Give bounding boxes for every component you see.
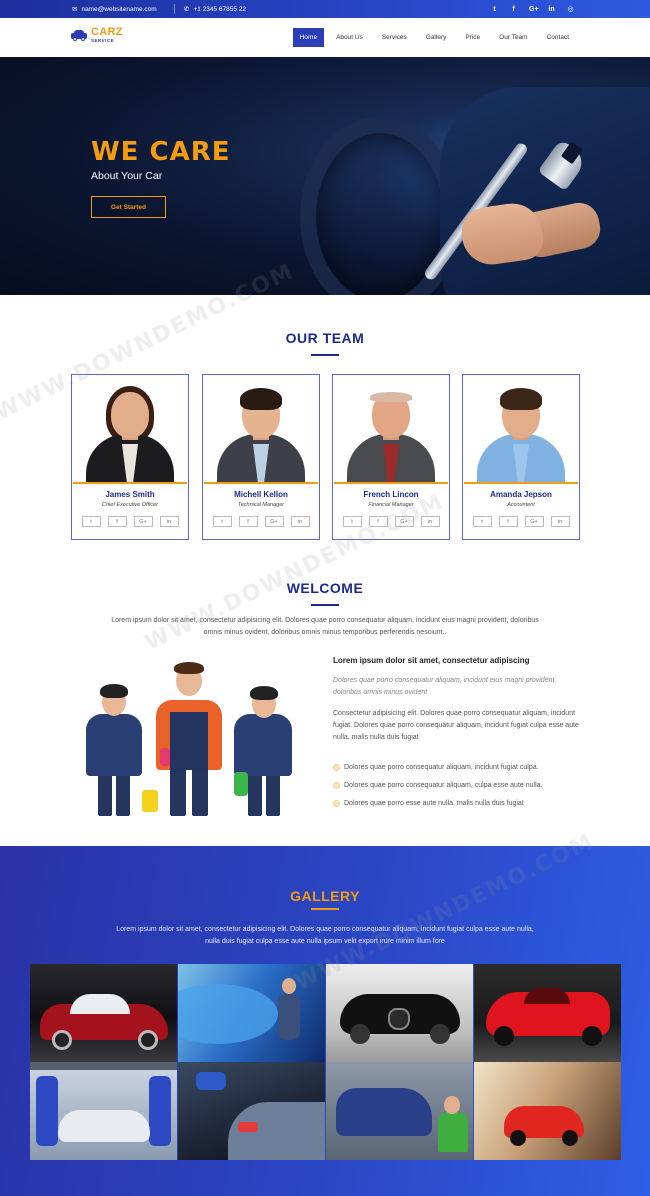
facebook-icon[interactable]: f [498, 516, 518, 527]
email-contact[interactable]: ✉ name@websitename.com [72, 0, 157, 18]
facebook-icon[interactable]: f [238, 516, 258, 527]
welcome-intro: Lorem ipsum dolor sit amet, consectetur … [111, 617, 539, 636]
google-plus-icon[interactable]: G+ [394, 516, 414, 527]
facebook-icon[interactable]: f [368, 516, 388, 527]
member-role: Technical Manager [237, 502, 285, 508]
envelope-icon: ✉ [72, 6, 78, 13]
nav-our-team[interactable]: Our Team [492, 28, 534, 47]
bullet-icon [333, 763, 340, 771]
google-plus-icon[interactable]: G+ [529, 6, 539, 13]
gallery-image-car-wash[interactable] [30, 1062, 177, 1160]
car-icon [71, 30, 87, 42]
team-photo [334, 376, 448, 484]
google-plus-icon[interactable]: G+ [264, 516, 284, 527]
member-name: French Lincon [363, 490, 419, 499]
instagram-icon[interactable]: ◎ [567, 5, 574, 13]
member-role: Chief Executive Officer [102, 502, 158, 508]
team-card: James Smith Chief Executive Officer t f … [71, 374, 189, 540]
gallery-image-red-sports-car[interactable] [474, 964, 621, 1062]
welcome-heading: Lorem ipsum dolor sit amet, consectetur … [333, 656, 530, 665]
member-name: Amanda Jepson [490, 490, 552, 499]
google-plus-icon[interactable]: G+ [524, 516, 544, 527]
hero-banner: WE CARE About Your Car Get Started [0, 57, 650, 295]
team-card: French Lincon Financial Manager t f G+ i… [332, 374, 450, 540]
nav-home[interactable]: Home [292, 28, 325, 47]
facebook-icon[interactable]: f [510, 6, 517, 13]
team-photo [204, 376, 318, 484]
nav-gallery[interactable]: Gallery [419, 28, 454, 47]
team-photo [464, 376, 578, 484]
linkedin-icon[interactable]: in [550, 516, 570, 527]
get-started-button[interactable]: Get Started [91, 196, 166, 218]
welcome-italic-text: Dolores quae porro consequatur aliquam, … [333, 677, 557, 696]
member-socials: t f G+ in [333, 516, 449, 527]
team-card: Amanda Jepson Accountent t f G+ in [462, 374, 580, 540]
team-title-underline [311, 354, 339, 356]
nav-services[interactable]: Services [375, 28, 414, 47]
email-text: name@websitename.com [81, 5, 157, 13]
hero-subtitle: About Your Car [91, 170, 163, 182]
linkedin-icon[interactable]: in [159, 516, 179, 527]
bullet-icon [333, 799, 340, 807]
topbar-divider [174, 4, 175, 14]
gallery-intro: Lorem ipsum dolor sit amet, consectetur … [116, 926, 534, 945]
list-item: Dolores quae porro consequatur aliquam, … [333, 758, 542, 776]
logo[interactable]: CARZ SERVICE [71, 27, 123, 44]
main-menu: Home About Us Services Gallery Price Our… [288, 28, 576, 47]
welcome-paragraph: Consectetur adipisicing elit. Dolores qu… [333, 710, 579, 741]
welcome-title: WELCOME [286, 580, 364, 596]
linkedin-icon[interactable]: in [420, 516, 440, 527]
phone-text: +1 2345 67855 22 [193, 5, 247, 13]
gallery-title: GALLERY [290, 888, 360, 904]
mechanic-sleeve [440, 87, 650, 295]
nav-about-us[interactable]: About Us [329, 28, 370, 47]
twitter-icon[interactable]: t [491, 6, 498, 13]
welcome-feature-list: Dolores quae porro consequatur aliquam, … [333, 758, 542, 812]
member-socials: t f G+ in [72, 516, 188, 527]
team-photo [73, 376, 187, 484]
twitter-icon[interactable]: t [342, 516, 362, 527]
twitter-icon[interactable]: t [81, 516, 101, 527]
facebook-icon[interactable]: f [107, 516, 127, 527]
gallery-title-underline [311, 908, 339, 910]
phone-contact[interactable]: ✆ +1 2345 67855 22 [184, 0, 246, 18]
linkedin-icon[interactable]: in [548, 6, 555, 13]
top-bar: ✉ name@websitename.com ✆ +1 2345 67855 2… [0, 0, 650, 18]
member-name: James Smith [105, 490, 155, 499]
welcome-title-underline [311, 604, 339, 606]
member-role: Financial Manager [368, 502, 414, 508]
gallery-image-workshop[interactable] [326, 1062, 473, 1160]
twitter-icon[interactable]: t [472, 516, 492, 527]
gallery-image-garage-car[interactable] [474, 1062, 621, 1160]
member-name: Michell Kellon [234, 490, 288, 499]
team-title: OUR TEAM [285, 330, 365, 346]
bullet-icon [333, 781, 340, 789]
hero-title: WE CARE [91, 137, 231, 167]
mechanics-image [78, 658, 304, 816]
member-socials: t f G+ in [203, 516, 319, 527]
twitter-icon[interactable]: t [212, 516, 232, 527]
gallery-image-black-car[interactable] [326, 964, 473, 1062]
google-plus-icon[interactable]: G+ [133, 516, 153, 527]
logo-subtitle: SERVICE [91, 38, 115, 43]
team-card: Michell Kellon Technical Manager t f G+ … [202, 374, 320, 540]
logo-brand: CARZ [91, 26, 123, 38]
nav-price[interactable]: Price [458, 28, 487, 47]
list-item: Dolores quae porro consequatur aliquam, … [333, 776, 542, 794]
nav-contact[interactable]: Contact [540, 28, 576, 47]
phone-icon: ✆ [184, 6, 190, 13]
member-role: Accountent [507, 502, 535, 508]
gallery-image-washing[interactable] [178, 1062, 325, 1160]
member-socials: t f G+ in [463, 516, 579, 527]
topbar-social: t f G+ in ◎ [491, 0, 574, 18]
list-item: Dolores quae porro esse aute nulla. mali… [333, 794, 542, 812]
gallery-section: GALLERY Lorem ipsum dolor sit amet, cons… [0, 846, 650, 1196]
gallery-image-red-car[interactable] [30, 964, 177, 1062]
linkedin-icon[interactable]: in [290, 516, 310, 527]
navbar: CARZ SERVICE Home About Us Services Gall… [0, 18, 650, 57]
gallery-image-painting[interactable] [178, 964, 325, 1062]
